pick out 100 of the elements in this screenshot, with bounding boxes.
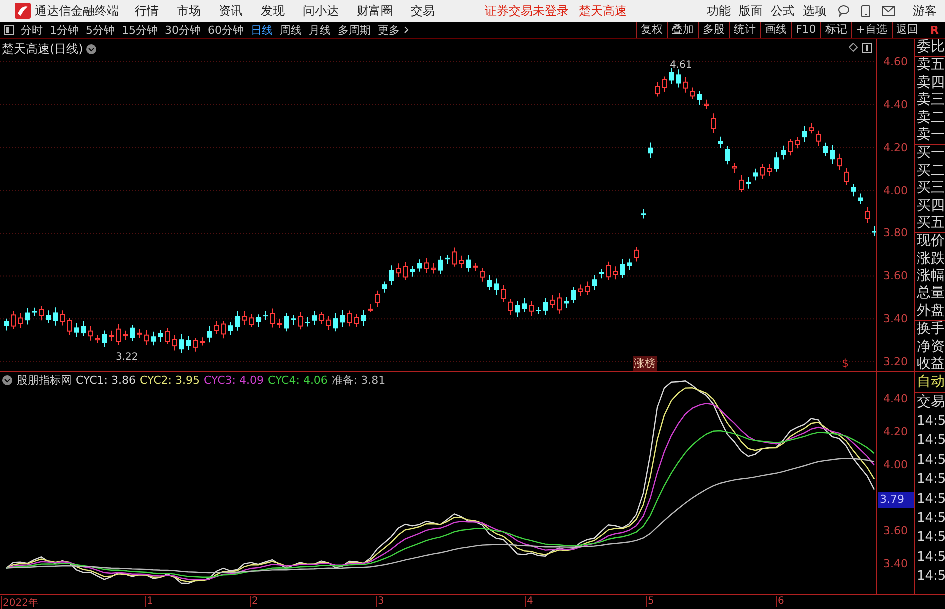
quote-label: 卖三 [916, 92, 945, 110]
current-value-marker: 3.79 [878, 492, 914, 508]
chat-icon[interactable] [838, 5, 850, 17]
menu-item[interactable]: 资讯 [217, 2, 245, 20]
candle [865, 206, 870, 224]
candle [291, 314, 296, 326]
trade-time: 14:5 [916, 471, 945, 490]
chart-title: 楚天高速(日线) [2, 41, 84, 58]
candle [578, 284, 583, 297]
period-tab[interactable]: 1分钟 [50, 22, 79, 38]
candle [186, 336, 191, 351]
candle [606, 261, 611, 281]
candle [536, 306, 541, 315]
candle [816, 130, 821, 147]
candle [270, 308, 275, 328]
candle [116, 324, 121, 346]
notice-link[interactable]: 证券交易未登录 [485, 2, 569, 20]
candle [543, 298, 548, 316]
candle [81, 320, 86, 337]
diamond-icon[interactable] [849, 43, 858, 52]
date-label: 3 [376, 596, 384, 607]
notice-link[interactable]: 楚天高速 [579, 2, 627, 20]
candle [4, 318, 9, 332]
dropdown-icon[interactable] [2, 375, 13, 386]
toolbar-button[interactable]: +自选 [851, 22, 892, 38]
candle [620, 258, 625, 279]
candle [480, 268, 485, 282]
toolbar-button[interactable]: F10 [790, 22, 820, 38]
menu-item[interactable]: 公式 [771, 2, 795, 20]
indicator-value: CYC4: 4.06 [268, 374, 328, 387]
menu-item[interactable]: 功能 [707, 2, 731, 20]
low-price-label: 3.22 [116, 352, 138, 363]
period-tab[interactable]: 60分钟 [208, 22, 244, 38]
toolbar-button[interactable]: 画线 [760, 22, 791, 38]
menu-item[interactable]: 财富圈 [355, 2, 395, 20]
quote-label: 外盘 [916, 302, 945, 320]
mail-icon[interactable] [882, 6, 895, 16]
candle [123, 330, 128, 341]
candle [739, 174, 744, 193]
window-icon[interactable] [862, 43, 872, 53]
period-tab[interactable]: 15分钟 [122, 22, 158, 38]
menu-item[interactable]: 交易 [409, 2, 437, 20]
candle [25, 307, 30, 326]
candle [95, 334, 100, 344]
trade-time: 14:5 [916, 529, 945, 548]
period-tab[interactable]: 日线 [251, 22, 273, 38]
period-tab[interactable]: 30分钟 [165, 22, 201, 38]
period-tab[interactable]: 更多 [378, 22, 409, 38]
menu-item[interactable]: 选项 [803, 2, 827, 20]
candle [228, 322, 233, 336]
toolbar-button[interactable]: 复权 [636, 22, 667, 38]
candle [326, 315, 331, 331]
menu-item[interactable]: 版面 [739, 2, 763, 20]
candle [809, 122, 814, 134]
period-tab[interactable]: 月线 [309, 22, 331, 38]
menu-item[interactable]: 问小达 [301, 2, 341, 20]
price-tick: 3.60 [884, 524, 908, 538]
quote-label: 现价 [916, 233, 945, 251]
price-tick: 4.20 [884, 426, 908, 438]
user-name[interactable]: 游客 [913, 2, 937, 20]
candle [333, 312, 338, 332]
candle [487, 274, 492, 291]
trade-time: 14:5 [916, 568, 945, 586]
candle [403, 261, 408, 281]
candle [445, 254, 450, 265]
candle [74, 322, 79, 338]
candle [557, 292, 562, 314]
candle [508, 298, 513, 316]
period-tab[interactable]: 分时 [21, 22, 43, 38]
chevron-icon [404, 26, 409, 34]
toolbar-button[interactable]: 多股 [698, 22, 729, 38]
menu-item[interactable]: 行情 [133, 2, 161, 20]
price-tick: 4.40 [884, 98, 908, 112]
toolbar-button[interactable]: 返回 [892, 22, 923, 38]
auto-mode-label[interactable]: 自动 [915, 372, 945, 393]
candle [592, 274, 597, 291]
candle [641, 208, 646, 220]
toolbar-button[interactable]: 统计 [728, 22, 760, 38]
period-tab[interactable]: 周线 [280, 22, 302, 38]
toolbar-button[interactable]: 标记 [820, 22, 852, 38]
trade-title: 交易 [916, 393, 945, 412]
candle [585, 281, 590, 296]
candle [669, 68, 674, 85]
panel-toggle-icon[interactable] [4, 25, 14, 35]
candle [529, 300, 534, 317]
date-label: 1 [145, 596, 154, 607]
dropdown-icon[interactable] [86, 44, 98, 55]
candle [410, 266, 415, 278]
menu-item[interactable]: 市场 [175, 2, 203, 20]
period-tab[interactable]: 5分钟 [86, 22, 115, 38]
toolbar-button[interactable]: 叠加 [666, 22, 698, 38]
period-tab[interactable]: 多周期 [338, 22, 371, 38]
indicator-name: 股朋指标网 [17, 373, 72, 388]
candle [130, 324, 135, 342]
indicator-value: CYC2: 3.95 [140, 374, 200, 387]
menu-item[interactable]: 发现 [259, 2, 287, 20]
phone-icon[interactable] [861, 4, 871, 18]
date-label: 6 [776, 596, 784, 607]
candle [53, 307, 58, 326]
trade-time: 14:5 [916, 510, 945, 528]
